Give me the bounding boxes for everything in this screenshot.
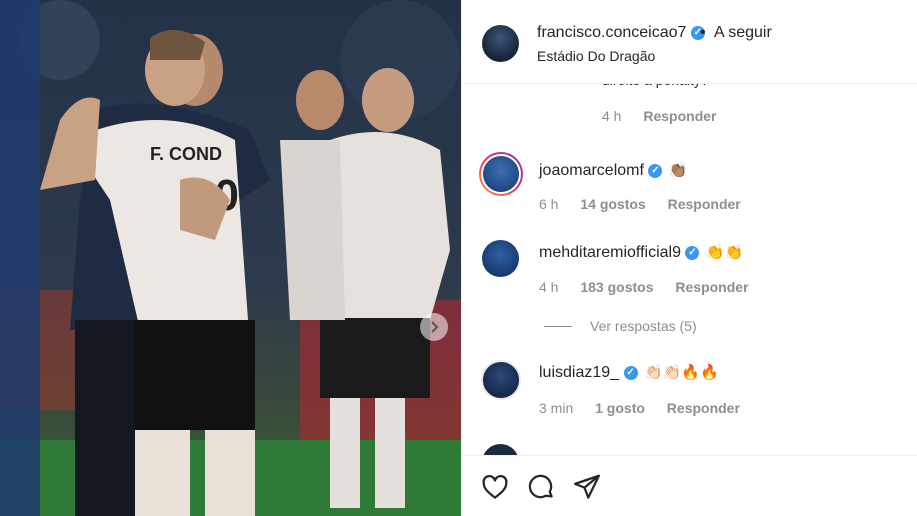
reply-button[interactable]: Responder: [675, 279, 748, 295]
comment-time: 3 min: [539, 400, 574, 416]
comment-meta: 4 h Responder: [602, 108, 734, 124]
view-replies-label: Ver respostas (5): [590, 318, 697, 334]
comment-likes[interactable]: 14 gostos: [580, 196, 645, 212]
comment-likes[interactable]: 1 gosto: [595, 400, 645, 416]
heart-icon: [482, 474, 508, 499]
verified-badge-icon: ✓: [685, 245, 700, 260]
post-actions-bar: [462, 455, 917, 516]
commenter-avatar-partial[interactable]: [482, 444, 519, 455]
commenter-username[interactable]: mehditaremiofficial9: [539, 244, 681, 261]
following-button[interactable]: A seguir: [714, 24, 772, 42]
svg-text:F. COND: F. COND: [150, 144, 222, 164]
commenter-avatar[interactable]: [482, 240, 519, 277]
comment-meta: 4 h 183 gostos Responder: [539, 279, 767, 295]
comment-likes[interactable]: 183 gostos: [580, 279, 653, 295]
instagram-post: F. COND 10 francisco.conceicao7 ✓ • A se…: [0, 0, 917, 516]
paper-plane-icon: [574, 474, 600, 499]
commenter-avatar-story-ring[interactable]: [479, 152, 523, 196]
next-photo-button[interactable]: [420, 313, 448, 341]
author-username-row[interactable]: francisco.conceicao7 ✓: [537, 24, 705, 42]
verified-badge-icon: ✓: [623, 365, 638, 380]
post-header: francisco.conceicao7 ✓ • A seguir Estádi…: [462, 0, 917, 84]
author-avatar[interactable]: [482, 25, 519, 62]
separator-dot: •: [700, 24, 706, 41]
comment-line: mehditaremiofficial9 ✓ 👏👏: [539, 243, 743, 262]
comment-line: joaomarcelomf ✓ 👏🏽: [539, 161, 688, 180]
reply-button[interactable]: Responder: [667, 400, 740, 416]
football-players-photo: F. COND 10: [0, 0, 461, 516]
commenter-avatar: [481, 154, 521, 194]
comment-emojis: 👏👏: [705, 244, 744, 261]
comment-emojis: 👏🏻👏🏻🔥🔥: [643, 364, 719, 381]
comment-time: 4 h: [539, 279, 559, 295]
verified-badge-icon: ✓: [648, 163, 663, 178]
post-side-panel: francisco.conceicao7 ✓ • A seguir Estádi…: [461, 0, 917, 516]
post-location[interactable]: Estádio Do Dragão: [537, 48, 655, 64]
comments-list[interactable]: direito a penalty? 4 h Responder joaomar…: [462, 60, 917, 455]
commenter-username[interactable]: luisdiaz19_: [539, 364, 619, 381]
commenter-username[interactable]: joaomarcelomf: [539, 162, 644, 179]
share-button[interactable]: [572, 472, 602, 502]
comment-meta: 3 min 1 gosto Responder: [539, 400, 758, 416]
replies-divider: [544, 325, 572, 327]
comment-button[interactable]: [526, 472, 556, 502]
reply-button[interactable]: Responder: [643, 108, 716, 124]
comment-bubble-icon: [528, 474, 553, 499]
post-photo[interactable]: F. COND 10: [0, 0, 461, 516]
commenter-avatar[interactable]: [481, 360, 521, 400]
reply-button[interactable]: Responder: [668, 196, 741, 212]
like-button[interactable]: [480, 472, 510, 502]
author-username[interactable]: francisco.conceicao7: [537, 24, 686, 41]
comment-time: 6 h: [539, 196, 559, 212]
comment-time: 4 h: [602, 108, 622, 124]
chevron-right-icon: [431, 321, 439, 333]
comment-emojis: 👏🏽: [668, 162, 688, 179]
comment-line: luisdiaz19_ ✓ 👏🏻👏🏻🔥🔥: [539, 363, 719, 382]
view-replies-button[interactable]: Ver respostas (5): [544, 318, 697, 334]
comment-meta: 6 h 14 gostos Responder: [539, 196, 759, 212]
